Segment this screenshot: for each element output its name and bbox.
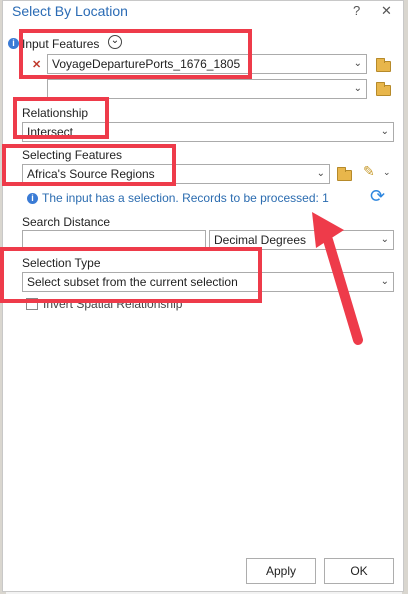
folder-icon[interactable]: [376, 82, 391, 96]
annotation-box-selecting-features: [2, 144, 176, 186]
apply-button[interactable]: Apply: [246, 558, 316, 584]
pencil-icon[interactable]: ✎: [363, 163, 375, 180]
folder-icon[interactable]: [337, 167, 352, 181]
ok-button[interactable]: OK: [324, 558, 394, 584]
help-icon[interactable]: ?: [353, 3, 360, 18]
chevron-down-icon[interactable]: ⌄: [381, 123, 389, 141]
title-bar: Select By Location ? ✕: [3, 1, 403, 23]
chevron-down-icon[interactable]: ⌄: [317, 165, 325, 183]
arrow-annotation: [312, 212, 363, 345]
chevron-down-icon[interactable]: ⌄: [354, 55, 362, 73]
annotation-box-input-features: [19, 29, 252, 79]
annotation-box-selection-type: [0, 247, 262, 303]
search-distance-label: Search Distance: [22, 215, 111, 229]
folder-icon[interactable]: [376, 58, 391, 72]
close-icon[interactable]: ✕: [381, 3, 392, 19]
input-features-empty-dropdown[interactable]: ⌄: [47, 79, 367, 99]
selection-info-text: The input has a selection. Records to be…: [42, 191, 329, 205]
chevron-down-icon[interactable]: ⌄: [354, 80, 362, 98]
info-icon: i: [27, 193, 38, 204]
distance-unit-value: Decimal Degrees: [214, 233, 307, 247]
chevron-down-icon[interactable]: ⌄: [381, 273, 389, 291]
dialog-title: Select By Location: [12, 3, 128, 19]
chevron-down-icon[interactable]: ⌄: [383, 167, 391, 178]
annotation-box-relationship: [13, 97, 109, 139]
info-icon[interactable]: i: [8, 38, 19, 49]
chevron-down-icon[interactable]: ⌄: [381, 231, 389, 249]
